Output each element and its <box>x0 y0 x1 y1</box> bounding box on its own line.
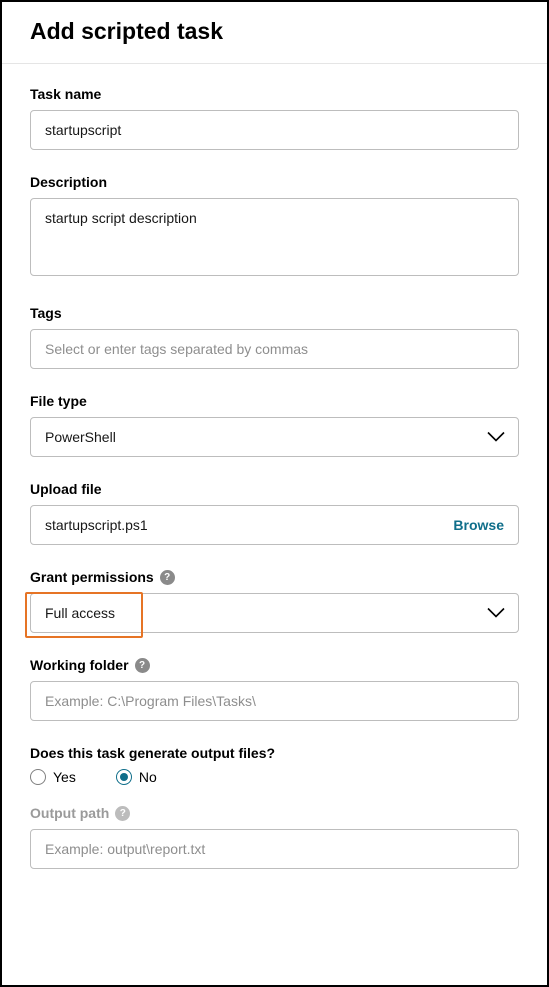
field-working-folder: Working folder ? <box>30 657 519 721</box>
output-path-input[interactable] <box>30 829 519 869</box>
tags-input[interactable] <box>30 329 519 369</box>
file-type-label: File type <box>30 393 519 409</box>
generate-output-label: Does this task generate output files? <box>30 745 519 761</box>
radio-icon <box>116 769 132 785</box>
field-generate-output: Does this task generate output files? Ye… <box>30 745 519 785</box>
field-task-name: Task name <box>30 86 519 150</box>
upload-file-label: Upload file <box>30 481 519 497</box>
help-icon[interactable]: ? <box>115 806 130 821</box>
radio-icon <box>30 769 46 785</box>
dialog-add-scripted-task: Add scripted task Task name Description … <box>0 0 549 987</box>
form-body: Task name Description Tags File type Pow… <box>2 64 547 913</box>
field-tags: Tags <box>30 305 519 369</box>
description-textarea[interactable] <box>30 198 519 276</box>
dialog-header: Add scripted task <box>2 2 547 64</box>
output-path-label: Output path <box>30 805 109 821</box>
field-description: Description <box>30 174 519 281</box>
task-name-input[interactable] <box>30 110 519 150</box>
radio-no-label: No <box>139 769 157 785</box>
radio-yes[interactable]: Yes <box>30 769 76 785</box>
field-file-type: File type PowerShell <box>30 393 519 457</box>
task-name-label: Task name <box>30 86 519 102</box>
grant-permissions-label: Grant permissions <box>30 569 154 585</box>
browse-link[interactable]: Browse <box>453 517 504 533</box>
field-grant-permissions: Grant permissions ? Full access <box>30 569 519 633</box>
radio-no[interactable]: No <box>116 769 157 785</box>
help-icon[interactable]: ? <box>160 570 175 585</box>
working-folder-label: Working folder <box>30 657 129 673</box>
help-icon[interactable]: ? <box>135 658 150 673</box>
upload-filename: startupscript.ps1 <box>45 517 453 533</box>
field-output-path: Output path ? <box>30 805 519 869</box>
grant-permissions-select[interactable]: Full access <box>30 593 519 633</box>
upload-file-control: startupscript.ps1 Browse <box>30 505 519 545</box>
tags-label: Tags <box>30 305 519 321</box>
working-folder-input[interactable] <box>30 681 519 721</box>
field-upload-file: Upload file startupscript.ps1 Browse <box>30 481 519 545</box>
description-label: Description <box>30 174 519 190</box>
dialog-title: Add scripted task <box>30 18 519 45</box>
file-type-select[interactable]: PowerShell <box>30 417 519 457</box>
radio-yes-label: Yes <box>53 769 76 785</box>
